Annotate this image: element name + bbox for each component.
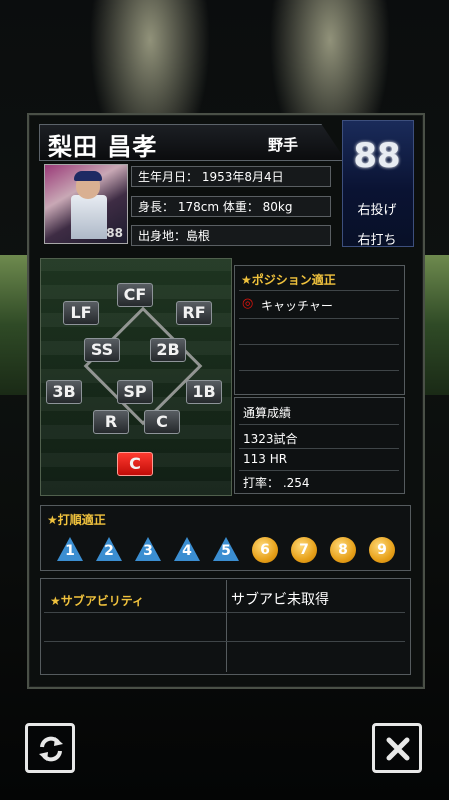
player-photo: 88 [44, 164, 128, 244]
batting-order-slot-3: 3 [135, 537, 161, 563]
sub-ability-value: サブアビ未取得 [231, 592, 329, 608]
pos-c: C [144, 410, 180, 434]
batting-order-slot-5: 5 [213, 537, 239, 563]
divider [239, 448, 399, 449]
cap-graphic [74, 171, 102, 181]
pos-r: R [93, 410, 129, 434]
throws-label: 右投げ [357, 203, 397, 218]
position-aptitude-title: ★ポジション適正 [241, 273, 336, 287]
birthdate-field: 生年月日： 1953年8月4日 [131, 166, 331, 187]
divider [239, 290, 399, 291]
career-hr: 113 HR [243, 452, 288, 466]
player-type: 野手 [268, 136, 299, 154]
aptitude-marker: ◎ [242, 296, 254, 311]
batting-order-slot-4: 4 [174, 537, 200, 563]
player-name: 梨田 昌孝 [48, 132, 158, 161]
batting-order-slot-9: 9 [369, 537, 395, 563]
batting-order-slot-2: 2 [96, 537, 122, 563]
pos-1b: 1B [186, 380, 222, 404]
aptitude-position: キャッチャー [261, 299, 333, 313]
batting-order-slot-1: 1 [57, 537, 83, 563]
batting-order-title: ★打順適正 [47, 513, 106, 527]
pos-c-selected: C [117, 452, 153, 476]
sub-ability-divider [226, 580, 227, 672]
divider [44, 641, 405, 642]
pos-sp: SP [117, 380, 153, 404]
pos-cf: CF [117, 283, 153, 307]
refresh-button[interactable] [25, 723, 75, 773]
pos-rf: RF [176, 301, 212, 325]
close-button[interactable] [372, 723, 422, 773]
photo-number: 88 [106, 226, 123, 240]
career-games: 1323試合 [243, 432, 298, 446]
pos-2b: 2B [150, 338, 186, 362]
divider [239, 370, 399, 371]
birthplace-field: 出身地：島根 [131, 225, 331, 246]
divider [239, 344, 399, 345]
divider [239, 424, 399, 425]
sub-ability-title: ★サブアビリティ [50, 594, 145, 608]
batting-order-slot-6: 6 [252, 537, 278, 563]
height-weight-field: 身長： 178cm 体重： 80kg [131, 196, 331, 217]
batting-order-slot-8: 8 [330, 537, 356, 563]
refresh-icon [39, 736, 63, 762]
career-title: 通算成績 [243, 406, 292, 420]
bats-label: 右打ち [357, 233, 397, 248]
batting-order-slot-7: 7 [291, 537, 317, 563]
divider [239, 318, 399, 319]
pos-ss: SS [84, 338, 120, 362]
pos-3b: 3B [46, 380, 82, 404]
divider [44, 612, 405, 613]
pos-lf: LF [63, 301, 99, 325]
jersey-graphic [71, 195, 107, 239]
divider [239, 470, 399, 471]
career-avg: 打率： .254 [243, 476, 310, 490]
uniform-number: 88 [353, 136, 401, 176]
close-icon [386, 737, 410, 761]
